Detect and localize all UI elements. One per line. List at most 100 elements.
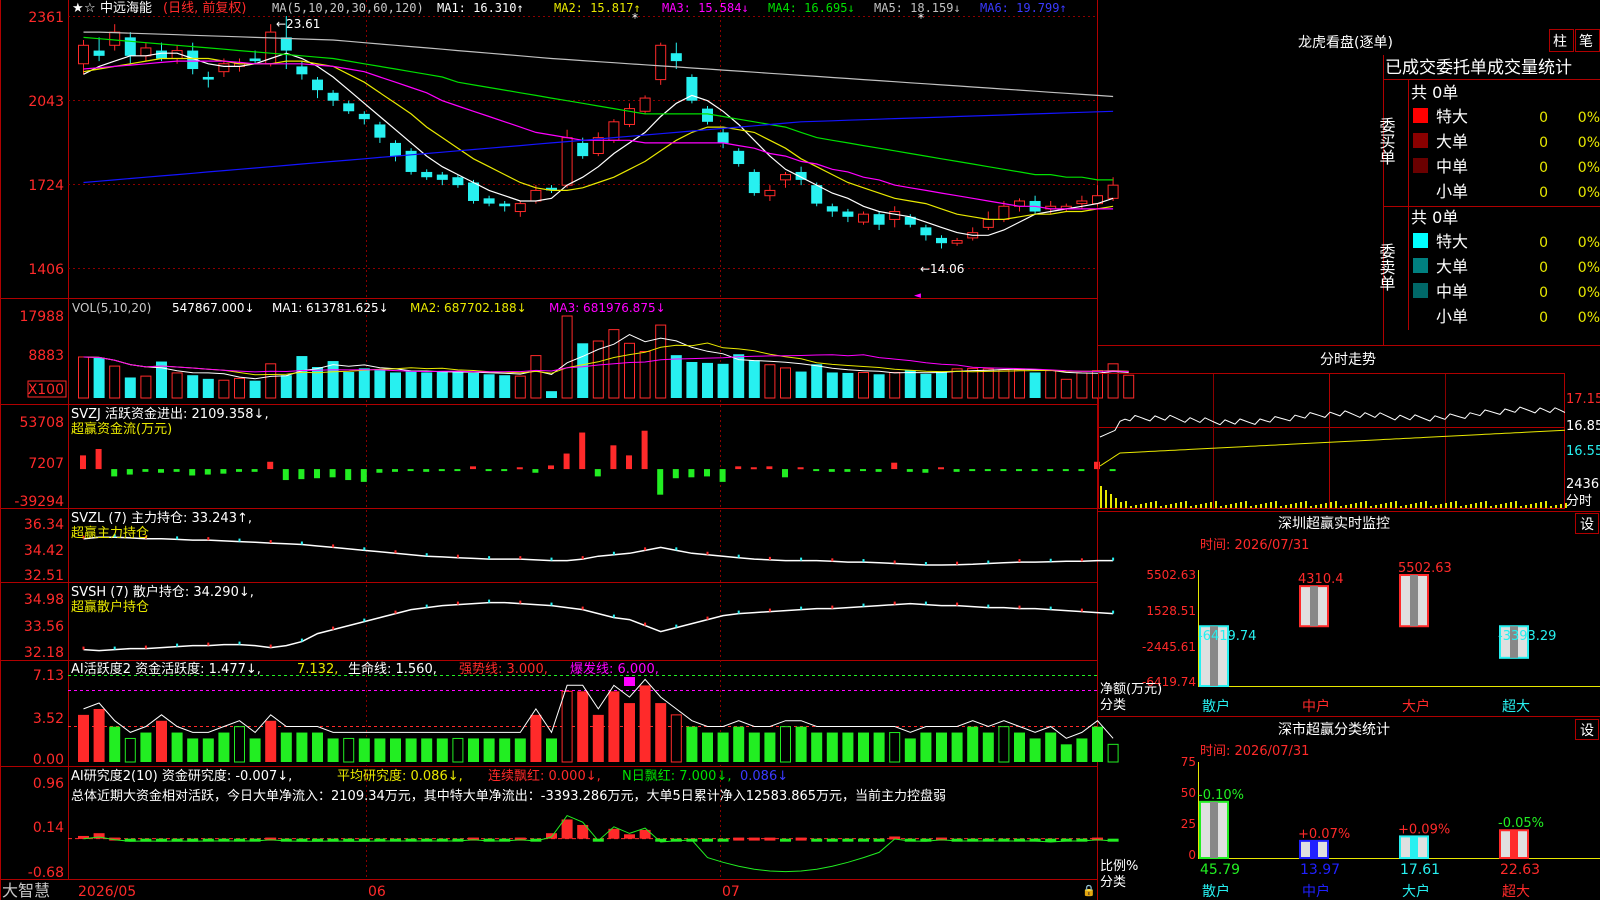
ai-active-legend3: 生命线: 1.560, — [348, 661, 437, 677]
svzj-bar — [1031, 469, 1038, 472]
intraday-volume-bar — [1280, 506, 1282, 508]
classify-change-label: -0.05% — [1498, 816, 1544, 831]
indicator-tick — [987, 560, 990, 564]
svzj-bar — [969, 469, 976, 472]
candle-body — [249, 58, 261, 62]
volume-bar — [530, 355, 542, 399]
candle-body — [561, 137, 573, 186]
vol-ma3: MA3: 681976.875↓ — [549, 301, 666, 315]
indicator-tick — [550, 557, 553, 561]
monitor-settings-button[interactable]: 设 — [1580, 517, 1594, 533]
volume-bar — [1123, 374, 1135, 399]
star-icon[interactable]: ★ — [72, 1, 84, 16]
svzj-bar — [1078, 469, 1085, 472]
bar-mode-button[interactable]: 柱 — [1553, 34, 1567, 50]
intraday-tick: 16.85 — [1566, 419, 1600, 434]
svzj-bar — [860, 469, 866, 472]
ai-active-bar — [1076, 738, 1088, 762]
ai-active-bar — [686, 726, 698, 762]
indicator-tick — [176, 643, 179, 647]
ai-active-bar — [312, 732, 323, 762]
intraday-volume-bar — [1440, 504, 1442, 508]
intraday-volume-bar — [1200, 504, 1202, 508]
svsh-tick: 34.98 — [24, 592, 64, 608]
ai-active-bar — [998, 726, 1010, 763]
ai-active-bar — [514, 738, 526, 762]
svzj-bar — [1047, 469, 1054, 472]
candle-body — [858, 213, 869, 223]
order-color-swatch — [1413, 283, 1428, 298]
candle-body — [452, 177, 464, 186]
volume-bar — [858, 371, 869, 399]
intraday-volume-bar — [1210, 502, 1212, 508]
ai-active-tick: 3.52 — [33, 711, 64, 727]
monitor-bar-label: -3393.29 — [1498, 629, 1556, 644]
tick-mode-button[interactable]: 笔 — [1579, 34, 1593, 50]
volume-bar — [234, 377, 245, 399]
volume-bar — [218, 379, 230, 399]
ai-active-bar — [780, 726, 791, 763]
indicator-tick — [956, 602, 959, 606]
date-axis: 大智慧 2026/05 06 07 🔒 — [2, 881, 1096, 900]
star-marker: * — [632, 11, 638, 25]
intraday-volume-bar — [1315, 505, 1317, 508]
ai-active-bar — [390, 738, 401, 762]
ai-active-bar — [967, 726, 979, 762]
svzj-bar — [704, 469, 710, 477]
intraday-volume-bar — [1460, 506, 1462, 508]
volume-bars — [78, 315, 1135, 399]
indicator-tick — [768, 608, 771, 612]
indicator-tick — [207, 537, 210, 541]
order-type-label: 大单 — [1436, 132, 1468, 151]
candle-body — [764, 189, 776, 197]
svzj-bar — [423, 469, 430, 472]
intraday-volume-bar — [1490, 506, 1492, 508]
svzj-bar — [922, 469, 929, 473]
ai-research-tick: 0.14 — [33, 820, 64, 836]
ai-active-bar — [1060, 744, 1072, 762]
candle-body — [733, 150, 745, 165]
volume-bar — [624, 342, 635, 399]
intraday-volume-bar — [1350, 504, 1352, 508]
classify-settings-button[interactable]: 设 — [1580, 723, 1594, 739]
ai-active-bar — [904, 738, 916, 762]
intraday-volume-bar — [1505, 503, 1507, 508]
volume-bar — [436, 371, 448, 398]
intraday-volume-bar — [1125, 501, 1127, 508]
volume-bar — [889, 371, 901, 399]
ai-active-bar — [156, 720, 167, 762]
lock-icon[interactable]: 🔒 — [1082, 884, 1096, 897]
volume-bar — [187, 375, 199, 398]
ai-active-bar — [951, 732, 963, 762]
add-icon[interactable]: ☆ — [84, 1, 96, 16]
intraday-volume-bar — [1365, 501, 1367, 508]
ai-active-legend4: 强势线: 3.000, — [459, 661, 548, 677]
candle-body — [920, 227, 932, 236]
indicator-tick — [144, 645, 147, 649]
svzj-bar — [516, 467, 523, 470]
ai-research-line — [83, 814, 1114, 873]
intraday-volume-bar — [1400, 506, 1402, 508]
classify-value-label: 13.97 — [1300, 862, 1340, 878]
classify-panel: 深市超赢分类统计 设 时间: 2026/07/31 75 50 25 0 比例%… — [1100, 719, 1600, 900]
volume-bar — [1076, 372, 1088, 399]
intraday-volume-bar — [1310, 506, 1312, 508]
candle-body — [124, 37, 136, 56]
volume-bar — [78, 356, 89, 399]
classify-change-label: -0.10% — [1198, 788, 1244, 803]
order-count: 0 — [1539, 260, 1548, 276]
intraday-volume-bar — [1120, 502, 1122, 508]
price-panel[interactable] — [78, 16, 1119, 249]
intraday-volume-bar — [1510, 502, 1512, 508]
candle-body — [312, 79, 323, 91]
intraday-panel[interactable]: 分时走势 17.15 16.85 16.55 24365 分时 — [1098, 352, 1600, 509]
candle-body — [296, 66, 308, 75]
candle-body — [218, 63, 230, 73]
ai-active-bar — [546, 738, 557, 762]
classify-category-label: 散户 — [1202, 883, 1230, 900]
svzj-bar — [626, 455, 632, 470]
date-tick: 2026/05 — [78, 884, 136, 900]
indicator-tick — [956, 561, 959, 565]
indicator-tick — [800, 606, 803, 610]
intraday-volume-bar — [1340, 506, 1342, 508]
